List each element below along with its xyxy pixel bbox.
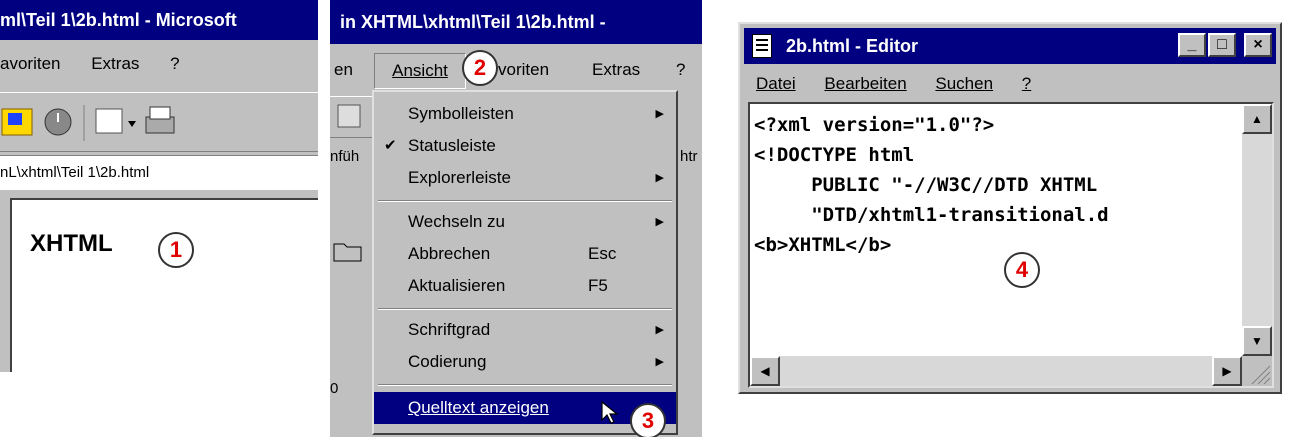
menu-item-codierung[interactable]: Codierung ▶ [374,346,676,378]
menu-item-abbrechen[interactable]: Abbrechen Esc [374,238,676,270]
menu-extras[interactable]: Extras [91,54,139,73]
scroll-down-button[interactable]: ▼ [1242,326,1272,356]
menu-item-shortcut: Esc [588,244,617,263]
page-content [10,198,318,372]
menu-bar: en Ansicht voriten Extras ? [330,48,702,92]
menu-item-label: Explorerleiste [408,168,511,187]
code-line: "DTD/xhtml1-transitional.d [754,204,1109,226]
menu-item-wechseln-zu[interactable]: Wechseln zu ▶ [374,206,676,238]
menu-help[interactable]: ? [170,54,179,73]
notepad-window: 2b.html - Editor _ □ × Datei Bearbeiten … [738,22,1282,394]
menu-suchen[interactable]: Suchen [935,74,993,93]
print-icon[interactable] [145,106,175,134]
text-editor-area[interactable]: <?xml version="1.0"?> <!DOCTYPE html PUBL… [748,102,1274,388]
scroll-right-button[interactable]: ▶ [1212,356,1242,386]
mail-icon[interactable] [95,108,136,134]
menu-favoriten[interactable]: voriten [498,48,549,92]
address-text: nL\xhtml\Teil 1\2b.html [0,164,150,181]
window-title: 2b.html - Editor [786,36,918,56]
menu-separator [378,384,672,386]
submenu-arrow-icon: ▶ [655,356,664,368]
toolbar-fragment [330,96,372,138]
toolbar [0,92,318,152]
menu-ansicht-label: Ansicht [392,61,448,80]
bg-fragment-bottom: 0 [330,380,339,397]
close-button[interactable]: × [1244,33,1272,57]
menu-favoriten[interactable]: avoriten [0,54,60,73]
window-title-bar: in XHTML\xhtml\Teil 1\2b.html - [330,0,702,44]
submenu-arrow-icon: ▶ [655,216,664,228]
folder-icon [330,236,370,271]
scroll-left-button[interactable]: ◀ [750,356,780,386]
code-line: <!DOCTYPE html [754,144,915,166]
submenu-arrow-icon: ▶ [655,108,664,120]
scroll-up-button[interactable]: ▲ [1242,104,1272,134]
horizontal-scrollbar[interactable]: ◀ ▶ [750,356,1242,386]
menu-item-label: Schriftgrad [408,320,491,339]
callout-1: 1 [158,232,194,268]
ansicht-dropdown-menu: Symbolleisten ▶ ✔ Statusleiste Explorerl… [372,90,678,435]
maximize-button[interactable]: □ [1208,33,1236,57]
bg-fragment-right: htr [680,148,698,165]
checkmark-icon: ✔ [384,137,397,154]
browser-window-2: in XHTML\xhtml\Teil 1\2b.html - en Ansic… [330,0,702,437]
window-title-bar: 2b.html - Editor _ □ × [744,28,1276,64]
callout-2: 2 [462,50,498,86]
menu-extras[interactable]: Extras [592,48,640,92]
menu-item-label: Codierung [408,352,487,371]
favorites-icon[interactable] [1,108,33,136]
menu-bearbeiten[interactable]: Bearbeiten [824,74,906,93]
menu-separator [378,308,672,310]
menu-help[interactable]: ? [676,48,685,92]
minimize-button[interactable]: _ [1178,33,1206,57]
menu-separator [378,200,672,202]
menu-item-shortcut: F5 [588,276,608,295]
menu-ansicht[interactable]: Ansicht [374,53,466,89]
code-line: <?xml version="1.0"?> [754,114,995,136]
refresh-icon [337,104,361,128]
window-title: in XHTML\xhtml\Teil 1\2b.html - [340,12,606,32]
menu-item-label: Statusleiste [408,136,496,155]
window-title-bar: ml\Teil 1\2b.html - Microsoft [0,0,318,40]
menu-item-label: Wechseln zu [408,212,506,231]
menu-item-aktualisieren[interactable]: Aktualisieren F5 [374,270,676,302]
address-bar[interactable]: nL\xhtml\Teil 1\2b.html [0,155,318,190]
menu-partial[interactable]: en [334,48,353,92]
menu-item-label: Quelltext anzeigen [408,398,549,417]
source-code: <?xml version="1.0"?> <!DOCTYPE html PUBL… [754,110,1109,260]
callout-4: 4 [1004,252,1040,288]
resize-grip-icon[interactable] [1242,356,1272,386]
submenu-arrow-icon: ▶ [655,324,664,336]
menu-item-statusleiste[interactable]: ✔ Statusleiste [374,130,676,162]
notepad-icon [752,34,772,58]
vertical-scrollbar[interactable]: ▲ ▼ [1242,104,1272,356]
menu-item-explorerleiste[interactable]: Explorerleiste ▶ [374,162,676,194]
browser-window-1: ml\Teil 1\2b.html - Microsoft avoriten E… [0,0,318,372]
menu-item-symbolleisten[interactable]: Symbolleisten ▶ [374,98,676,130]
code-line: <b>XHTML</b> [754,234,892,256]
menu-item-label: Abbrechen [408,244,491,263]
mouse-cursor-icon [601,400,619,424]
bg-fragment-left: nfüh [330,148,360,165]
rendered-heading: XHTML [30,230,113,257]
menu-datei[interactable]: Datei [756,74,796,93]
menu-item-label: Symbolleisten [408,104,514,123]
menu-item-label: Aktualisieren [408,276,506,295]
menu-bar: avoriten Extras ? [0,44,206,84]
window-title: ml\Teil 1\2b.html - Microsoft [0,10,237,30]
toolbar-icons [1,105,175,141]
menu-item-schriftgrad[interactable]: Schriftgrad ▶ [374,314,676,346]
history-icon[interactable] [44,108,72,136]
submenu-arrow-icon: ▶ [655,172,664,184]
code-line: PUBLIC "-//W3C//DTD XHTML [754,174,1098,196]
menu-bar: Datei Bearbeiten Suchen ? [756,68,1055,100]
callout-3: 3 [630,403,666,437]
menu-help[interactable]: ? [1022,74,1031,93]
